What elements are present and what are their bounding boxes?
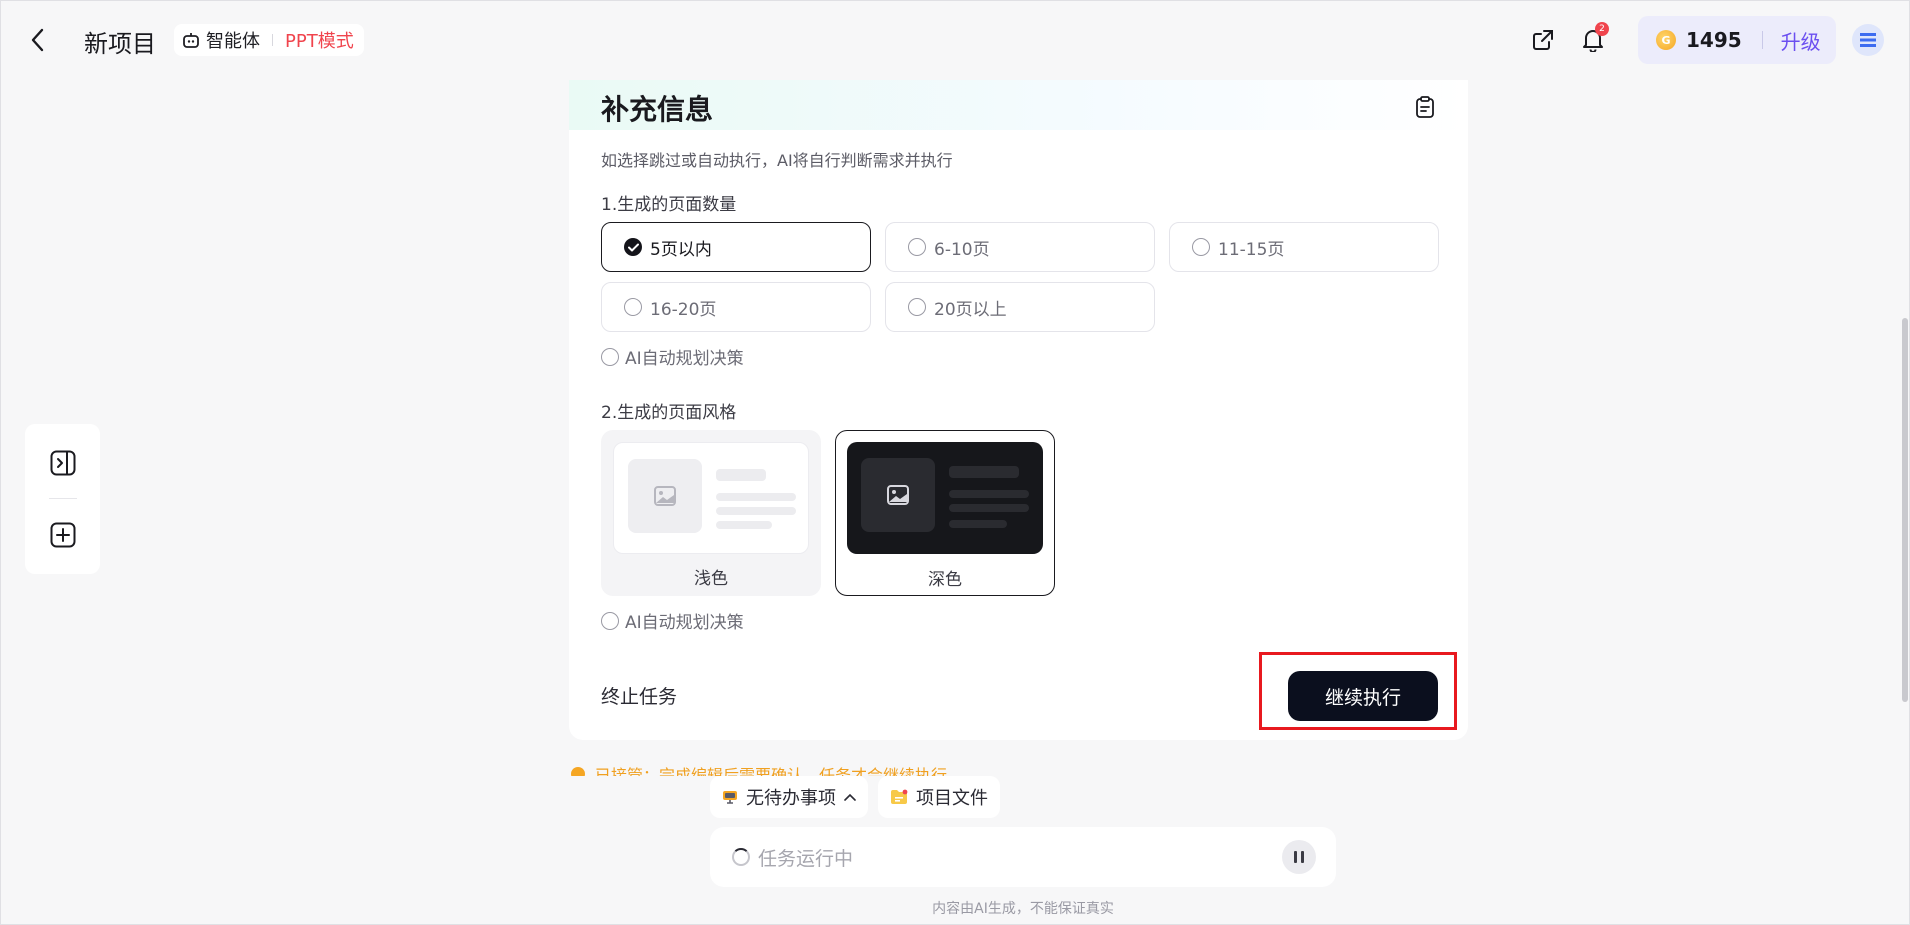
page-count-option[interactable]: 6-10页 [885,222,1155,272]
option-label: 6-10页 [934,239,990,260]
style-label: 浅色 [694,569,728,589]
credits-panel: G 1495 升级 [1638,16,1836,64]
task-input-bar[interactable]: 任务运行中 [710,827,1336,887]
dark-style-preview [847,442,1043,554]
image-placeholder-icon [628,459,702,533]
share-button[interactable] [1529,26,1557,54]
share-icon [1533,30,1553,50]
todo-dropdown[interactable]: 无待办事项 [710,776,868,818]
folder-icon [891,789,908,804]
radio-icon [1192,238,1210,256]
style-option-light[interactable]: 浅色 [601,430,821,596]
option-label: 16-20页 [650,299,717,320]
image-placeholder-icon [861,458,935,532]
top-header: 新项目 智能体 PPT模式 2 G 1495 升级 [0,0,1910,80]
card-hint: 如选择跳过或自动执行，AI将自行判断需求并执行 [601,151,953,170]
style-label: 深色 [928,570,962,590]
takeover-notice: 已接管：完成编辑后需要确认，任务才会继续执行 [571,762,947,776]
preview-line [716,521,772,529]
page-count-option[interactable]: 11-15页 [1169,222,1439,272]
option-label: 5页以内 [650,239,712,260]
notification-button[interactable]: 2 [1579,22,1609,54]
radio-icon [601,611,619,630]
loading-spinner-icon [732,848,750,866]
files-label: 项目文件 [916,788,988,809]
divider [272,34,273,46]
preview-line [949,466,1019,478]
pause-icon [1294,851,1297,863]
divider [49,498,77,499]
clipboard-icon [1416,96,1434,118]
ai-auto-decision-option[interactable]: AI自动规划决策 [601,344,744,369]
option-label: AI自动规划决策 [625,349,744,369]
light-style-preview [613,442,809,554]
radio-icon [624,298,642,316]
warning-dot-icon [571,767,585,776]
option-label: AI自动规划决策 [625,613,744,633]
preview-line [716,469,766,481]
radio-icon [601,347,619,366]
chevron-up-icon [844,793,856,801]
radio-icon [908,298,926,316]
mode-label: PPT模式 [285,31,354,52]
avatar-logo-icon [1860,33,1876,47]
question-label: 1.生成的页面数量 [601,195,737,215]
page-count-option[interactable]: 16-20页 [601,282,871,332]
input-placeholder: 任务运行中 [758,848,854,870]
style-option-dark[interactable]: 深色 [835,430,1055,596]
plus-square-icon [50,522,76,548]
coin-icon: G [1656,30,1676,50]
card-title: 补充信息 [601,93,714,126]
question-label: 2.生成的页面风格 [601,403,737,423]
clipboard-button[interactable] [1412,94,1438,120]
expand-sidebar-button[interactable] [48,448,78,478]
credits-count: 1495 [1686,28,1742,52]
option-label: 11-15页 [1218,239,1285,260]
notification-badge: 2 [1595,22,1609,36]
page-count-option[interactable]: 5页以内 [601,222,871,272]
preview-line [949,504,1029,512]
checkmark-icon [624,238,642,256]
continue-button[interactable]: 继续执行 [1288,671,1438,721]
new-project-button[interactable] [48,520,78,550]
page-count-option[interactable]: 20页以上 [885,282,1155,332]
page-scrollbar[interactable] [1902,318,1908,702]
back-button[interactable] [26,26,50,54]
robot-icon [183,33,199,48]
notice-text: 已接管：完成编辑后需要确认，任务才会继续执行 [595,766,948,776]
preview-line [949,520,1007,528]
agent-mode-tag[interactable]: 智能体 PPT模式 [174,24,364,56]
pause-icon [1301,851,1304,863]
option-label: 20页以上 [934,299,1007,320]
preview-line [716,493,796,501]
todo-board-icon [723,791,737,804]
preview-line [716,507,796,515]
supplement-info-card: 补充信息 如选择跳过或自动执行，AI将自行判断需求并执行 1.生成的页面数量 5… [569,80,1468,740]
ai-disclaimer: 内容由AI生成，不能保证真实 [932,901,1114,917]
sidebar-expand-icon [50,450,76,476]
page-title: 新项目 [84,30,156,58]
pause-button[interactable] [1282,840,1316,874]
upgrade-button[interactable]: 升级 [1781,26,1821,55]
radio-icon [908,238,926,256]
avatar[interactable] [1852,24,1884,56]
todo-label: 无待办事项 [746,788,836,809]
stop-task-button[interactable]: 终止任务 [601,682,677,709]
project-files-button[interactable]: 项目文件 [878,776,1000,818]
preview-line [949,490,1029,498]
left-toolbar [25,424,100,574]
ai-auto-decision-option[interactable]: AI自动规划决策 [601,608,744,633]
chevron-left-icon [31,28,44,52]
divider [1761,31,1763,49]
agent-label: 智能体 [206,31,260,52]
